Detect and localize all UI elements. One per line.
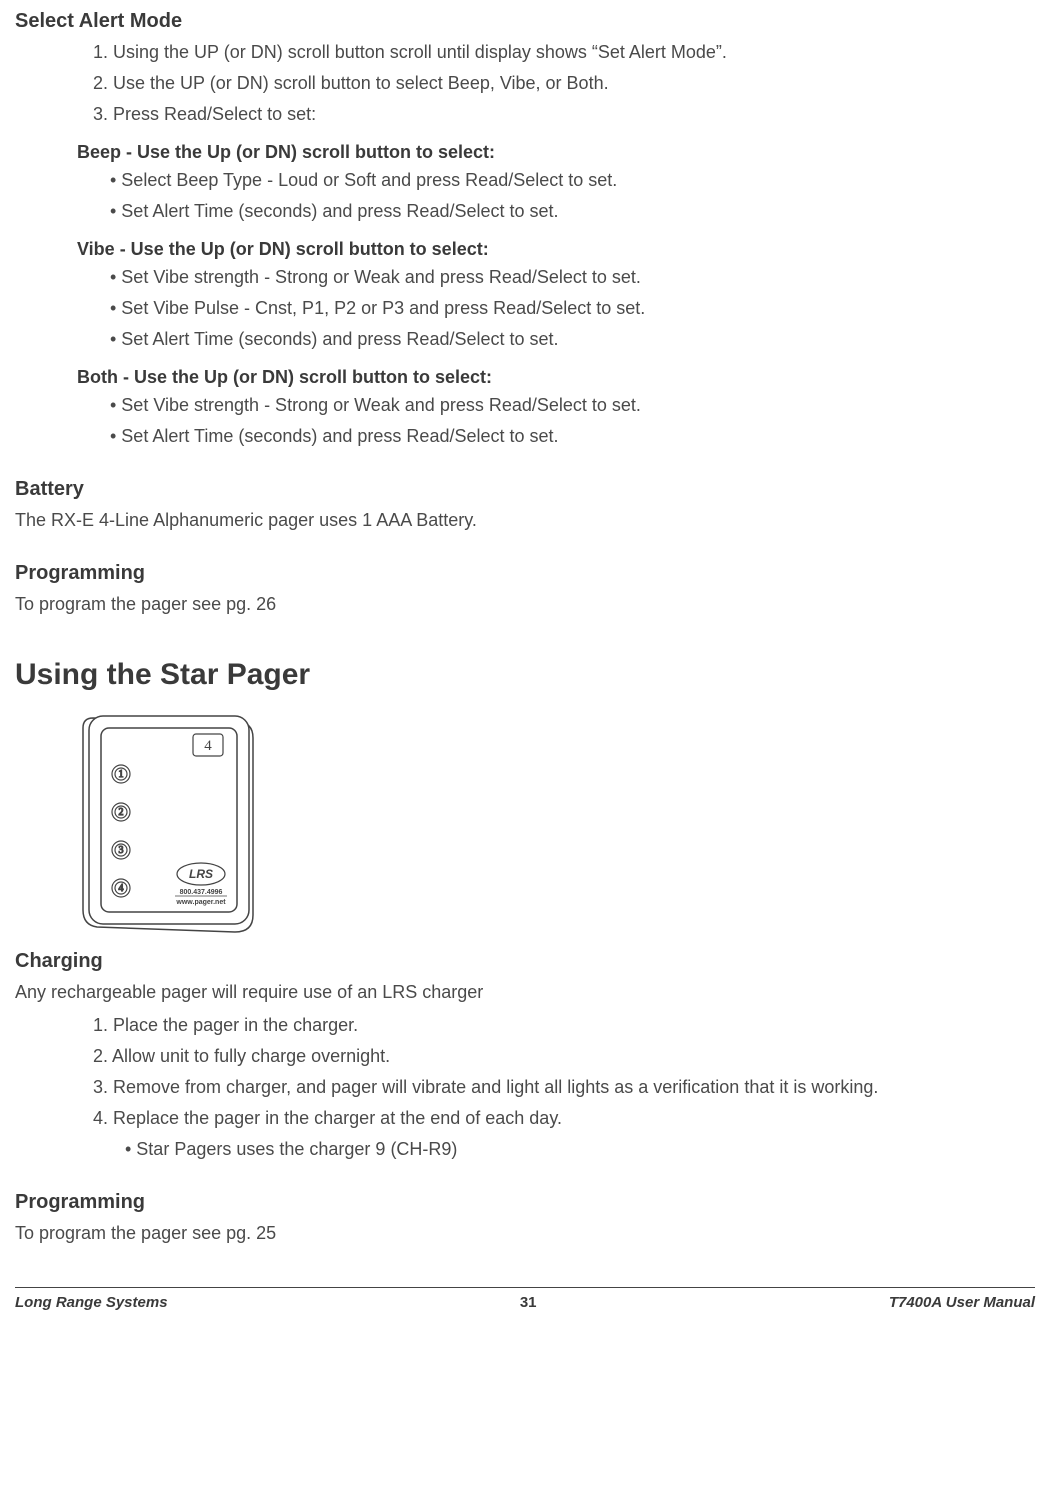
bullet-text: • Set Alert Time (seconds) and press Rea…: [15, 423, 1035, 450]
step-text: 2. Allow unit to fully charge overnight.: [15, 1043, 1035, 1070]
pager-diagram: 4 1 2 3 4 LRS 800.437.4996 www.pager.net: [75, 710, 1035, 940]
bullet-text: • Set Alert Time (seconds) and press Rea…: [15, 198, 1035, 225]
bullet-text: • Star Pagers uses the charger 9 (CH-R9): [15, 1136, 1035, 1163]
body-text: To program the pager see pg. 26: [15, 591, 1035, 618]
footer-right: T7400A User Manual: [889, 1294, 1035, 1311]
major-heading-star-pager: Using the Star Pager: [15, 658, 1035, 692]
bullet-text: • Set Vibe Pulse - Cnst, P1, P2 or P3 an…: [15, 295, 1035, 322]
step-text: 1. Place the pager in the charger.: [15, 1012, 1035, 1039]
section-heading-battery: Battery: [15, 478, 1035, 501]
section-heading-select-alert-mode: Select Alert Mode: [15, 10, 1035, 33]
pager-url: www.pager.net: [175, 899, 226, 906]
subsection-heading-beep: Beep - Use the Up (or DN) scroll button …: [15, 142, 1035, 163]
body-text: Any rechargeable pager will require use …: [15, 979, 1035, 1006]
subsection-heading-vibe: Vibe - Use the Up (or DN) scroll button …: [15, 239, 1035, 260]
body-text: To program the pager see pg. 25: [15, 1220, 1035, 1247]
svg-text:1: 1: [119, 769, 124, 780]
step-text: 2. Use the UP (or DN) scroll button to s…: [15, 70, 1035, 97]
svg-text:4: 4: [119, 883, 124, 894]
pager-corner-number: 4: [204, 738, 212, 754]
footer-page-number: 31: [520, 1294, 537, 1311]
step-text: 3. Press Read/Select to set:: [15, 101, 1035, 128]
step-text: 4. Replace the pager in the charger at t…: [15, 1105, 1035, 1132]
section-heading-programming: Programming: [15, 1191, 1035, 1214]
section-heading-charging: Charging: [15, 950, 1035, 973]
body-text: The RX-E 4-Line Alphanumeric pager uses …: [15, 507, 1035, 534]
page-footer: Long Range Systems 31 T7400A User Manual: [15, 1287, 1035, 1311]
svg-text:3: 3: [119, 845, 124, 856]
bullet-text: • Set Vibe strength - Strong or Weak and…: [15, 264, 1035, 291]
bullet-text: • Select Beep Type - Loud or Soft and pr…: [15, 167, 1035, 194]
bullet-text: • Set Vibe strength - Strong or Weak and…: [15, 392, 1035, 419]
bullet-text: • Set Alert Time (seconds) and press Rea…: [15, 326, 1035, 353]
step-text: 3. Remove from charger, and pager will v…: [15, 1074, 1035, 1101]
footer-left: Long Range Systems: [15, 1294, 168, 1311]
svg-text:LRS: LRS: [189, 867, 213, 881]
svg-text:2: 2: [119, 807, 124, 818]
section-heading-programming: Programming: [15, 562, 1035, 585]
subsection-heading-both: Both - Use the Up (or DN) scroll button …: [15, 367, 1035, 388]
step-text: 1. Using the UP (or DN) scroll button sc…: [15, 39, 1035, 66]
pager-phone: 800.437.4996: [180, 889, 223, 896]
